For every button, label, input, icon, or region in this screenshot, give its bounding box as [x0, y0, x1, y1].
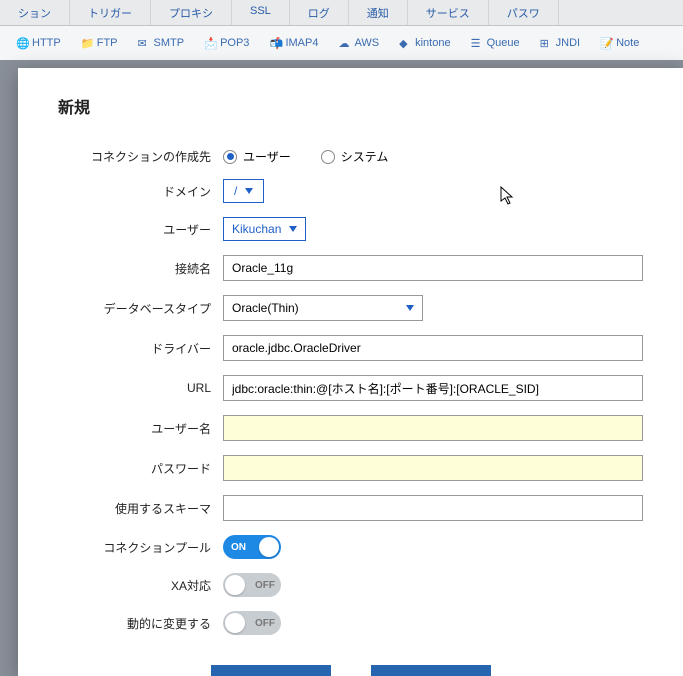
top-tab[interactable]: SSL [232, 0, 290, 25]
label-user: ユーザー [58, 221, 223, 238]
smtp-icon: ✉ [138, 37, 150, 49]
imap-icon: 📬 [269, 37, 281, 49]
new-connection-modal: 新規 コネクションの作成先 ユーザー システム ドメイン / ユーザー Kiku… [18, 68, 683, 676]
chevron-down-icon [289, 226, 297, 232]
sub-tab-jndi[interactable]: ⊞JNDI [532, 33, 588, 53]
radio-system[interactable]: システム [321, 148, 389, 165]
top-tab-bar: ション トリガー プロキシ SSL ログ 通知 サービス パスワ [0, 0, 683, 26]
top-tab[interactable]: ション [0, 0, 70, 25]
label-xa: XA対応 [58, 577, 223, 594]
jndi-icon: ⊞ [540, 37, 552, 49]
toggle-knob [225, 575, 245, 595]
top-tab[interactable]: パスワ [489, 0, 559, 25]
aws-icon: ☁ [338, 37, 350, 49]
cancel-button[interactable]: キャンセル [371, 665, 491, 676]
sub-tab-note[interactable]: 📝Note [592, 33, 647, 53]
driver-input[interactable] [223, 335, 643, 361]
top-tab[interactable]: ログ [290, 0, 349, 25]
domain-select[interactable]: / [223, 179, 264, 203]
label-password: パスワード [58, 460, 223, 477]
label-schema: 使用するスキーマ [58, 500, 223, 517]
label-conn-name: 接続名 [58, 260, 223, 277]
connection-name-input[interactable] [223, 255, 643, 281]
chevron-down-icon [245, 188, 253, 194]
label-url: URL [58, 381, 223, 395]
sub-tab-imap4[interactable]: 📬IMAP4 [261, 33, 326, 53]
radio-icon [321, 150, 335, 164]
label-domain: ドメイン [58, 183, 223, 200]
connection-pool-toggle[interactable]: ON [223, 535, 281, 559]
dynamic-toggle[interactable]: OFF [223, 611, 281, 635]
sub-tab-aws[interactable]: ☁AWS [330, 33, 387, 53]
radio-system-label: システム [341, 148, 389, 165]
sub-tab-queue[interactable]: ☰Queue [463, 33, 528, 53]
radio-icon [223, 150, 237, 164]
kintone-icon: ◆ [399, 37, 411, 49]
note-icon: 📝 [600, 37, 612, 49]
sub-tab-smtp[interactable]: ✉SMTP [130, 33, 193, 53]
user-select[interactable]: Kikuchan [223, 217, 306, 241]
schema-input[interactable] [223, 495, 643, 521]
top-tab[interactable]: 通知 [349, 0, 408, 25]
toggle-off-label: OFF [255, 618, 275, 629]
background-tabs: ション トリガー プロキシ SSL ログ 通知 サービス パスワ 🌐HTTP 📁… [0, 0, 683, 60]
label-db-type: データベースタイプ [58, 300, 223, 317]
toggle-on-label: ON [231, 542, 246, 553]
username-input[interactable] [223, 415, 643, 441]
sub-tab-pop3[interactable]: 📩POP3 [196, 33, 257, 53]
sub-tab-bar: 🌐HTTP 📁FTP ✉SMTP 📩POP3 📬IMAP4 ☁AWS ◆kint… [0, 26, 683, 60]
top-tab[interactable]: サービス [408, 0, 489, 25]
db-type-select[interactable]: Oracle(Thin) [223, 295, 423, 321]
top-tab[interactable]: プロキシ [151, 0, 232, 25]
label-dynamic: 動的に変更する [58, 615, 223, 632]
chevron-down-icon [406, 305, 414, 311]
label-destination: コネクションの作成先 [58, 148, 223, 165]
toggle-off-label: OFF [255, 580, 275, 591]
sub-tab-kintone[interactable]: ◆kintone [391, 33, 458, 53]
create-button[interactable]: 作成 [211, 665, 331, 676]
label-driver: ドライバー [58, 340, 223, 357]
modal-title: 新規 [58, 94, 643, 118]
ftp-icon: 📁 [81, 37, 93, 49]
xa-toggle[interactable]: OFF [223, 573, 281, 597]
radio-user-label: ユーザー [243, 148, 291, 165]
toggle-knob [225, 613, 245, 633]
label-pool: コネクションプール [58, 539, 223, 556]
pop3-icon: 📩 [204, 37, 216, 49]
queue-icon: ☰ [471, 37, 483, 49]
toggle-knob [259, 537, 279, 557]
top-tab[interactable]: トリガー [70, 0, 151, 25]
sub-tab-http[interactable]: 🌐HTTP [8, 33, 69, 53]
http-icon: 🌐 [16, 37, 28, 49]
sub-tab-ftp[interactable]: 📁FTP [73, 33, 126, 53]
password-input[interactable] [223, 455, 643, 481]
radio-user[interactable]: ユーザー [223, 148, 291, 165]
url-input[interactable] [223, 375, 643, 401]
label-username: ユーザー名 [58, 420, 223, 437]
